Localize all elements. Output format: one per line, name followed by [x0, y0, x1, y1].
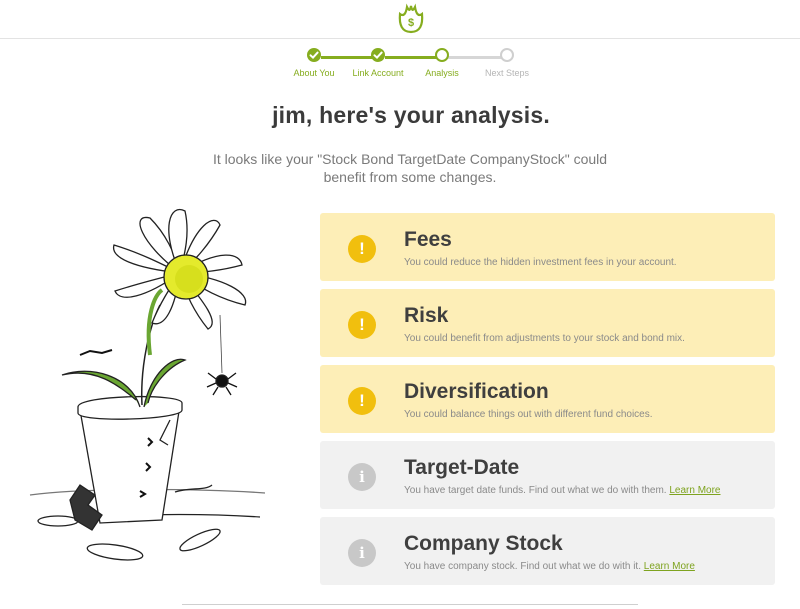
card-description: You could balance things out with differ…	[404, 409, 653, 420]
card-description-text: You have target date funds. Find out wha…	[404, 485, 667, 496]
exclamation-icon: !	[348, 387, 376, 415]
info-icon: i	[348, 539, 376, 567]
diversification-card[interactable]: ! Diversification You could balance thin…	[320, 365, 775, 433]
card-description: You have company stock. Find out what we…	[404, 561, 695, 572]
target-date-card[interactable]: i Target-Date You have target date funds…	[320, 441, 775, 509]
learn-more-link[interactable]: Learn More	[644, 561, 695, 572]
info-icon: i	[348, 463, 376, 491]
step-next-steps-dot[interactable]	[500, 48, 514, 62]
card-title: Target-Date	[404, 456, 520, 479]
step-label-next-steps[interactable]: Next Steps	[462, 68, 552, 78]
card-description: You could reduce the hidden investment f…	[404, 257, 677, 268]
progress-steps: About You Link Account Analysis Next Ste…	[0, 0, 800, 90]
fees-card[interactable]: ! Fees You could reduce the hidden inves…	[320, 213, 775, 281]
step-analysis-dot[interactable]	[435, 48, 449, 62]
card-title: Diversification	[404, 380, 549, 403]
exclamation-icon: !	[348, 311, 376, 339]
exclamation-icon: !	[348, 235, 376, 263]
card-title: Company Stock	[404, 532, 563, 555]
wilting-daisy-illustration	[29, 208, 266, 561]
page-title: jim, here's your analysis.	[272, 102, 550, 128]
card-title: Risk	[404, 304, 449, 327]
step-about-you-check-icon[interactable]	[307, 48, 321, 62]
bottom-divider	[182, 604, 638, 605]
risk-card[interactable]: ! Risk You could benefit from adjustment…	[320, 289, 775, 357]
card-description: You have target date funds. Find out wha…	[404, 485, 721, 496]
page-subtitle: It looks like your "Stock Bond TargetDat…	[212, 151, 608, 185]
card-description: You could benefit from adjustments to yo…	[404, 333, 685, 344]
card-description-text: You have company stock. Find out what we…	[404, 561, 641, 572]
step-link-account-check-icon[interactable]	[371, 48, 385, 62]
step-connector	[446, 56, 504, 59]
card-title: Fees	[404, 228, 452, 251]
analysis-cards: ! Fees You could reduce the hidden inves…	[320, 213, 775, 593]
step-connector	[385, 56, 441, 59]
company-stock-card[interactable]: i Company Stock You have company stock. …	[320, 517, 775, 585]
learn-more-link[interactable]: Learn More	[669, 485, 720, 496]
